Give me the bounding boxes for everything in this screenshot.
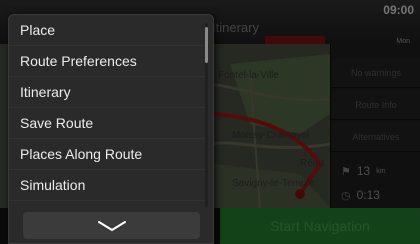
chevron-down-icon xyxy=(97,220,126,231)
menu-scrollbar-thumb[interactable] xyxy=(205,27,208,63)
route-options-menu: Place Route Preferences Itinerary Save R… xyxy=(8,14,214,244)
menu-item-simulation[interactable]: Simulation xyxy=(9,170,205,201)
menu-item-route-preferences[interactable]: Route Preferences xyxy=(9,46,205,77)
menu-item-itinerary[interactable]: Itinerary xyxy=(9,77,205,108)
menu-item-places-along-route[interactable]: Places Along Route xyxy=(9,139,205,170)
menu-list: Place Route Preferences Itinerary Save R… xyxy=(9,15,205,201)
menu-item-save-route[interactable]: Save Route xyxy=(9,108,205,139)
menu-scrollbar[interactable] xyxy=(205,23,208,207)
more-options-button[interactable] xyxy=(23,212,200,239)
navigation-screen: Itinerary 09:00 Mon Fontel-la-Ville Mois… xyxy=(0,0,420,244)
menu-item-place[interactable]: Place xyxy=(9,15,205,46)
